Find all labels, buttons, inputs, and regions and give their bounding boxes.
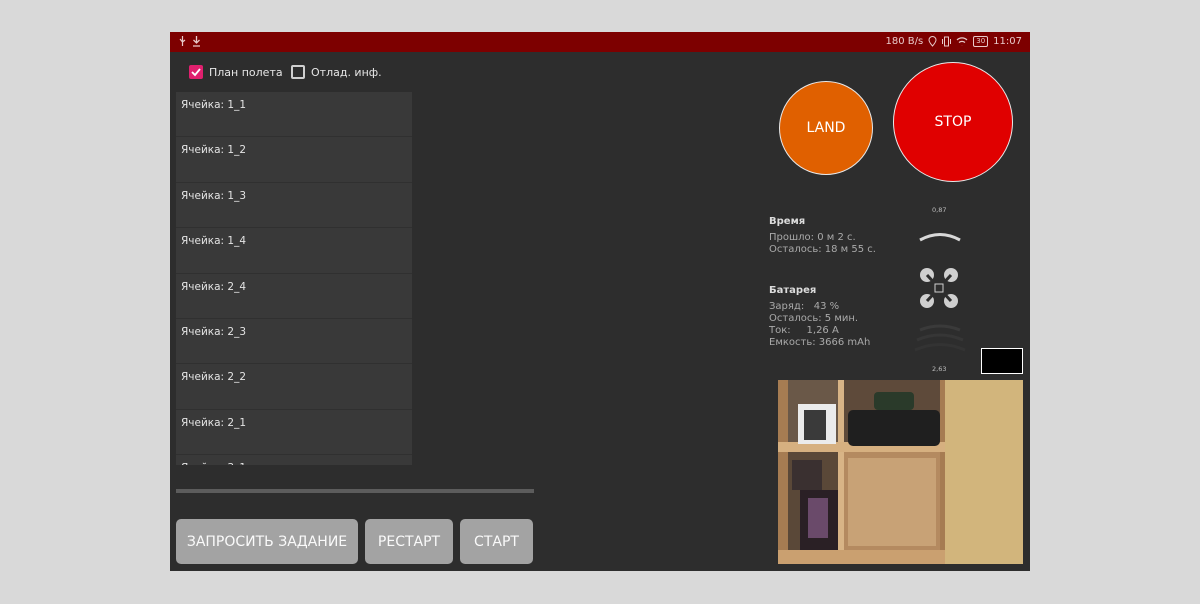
list-item[interactable]: Ячейка: 3_1 [176,455,412,465]
battery-capacity: Емкость: 3666 mAh [769,337,871,348]
status-bar: 180 B/s 30 11:07 [170,32,1030,52]
progress-bar [176,489,534,493]
checkbox-unchecked-icon [291,65,305,79]
app-screen: 180 B/s 30 11:07 План полета Отлад. инф.… [170,32,1030,571]
flight-plan-checkbox[interactable]: План полета [189,65,283,79]
list-item[interactable]: Ячейка: 1_3 [176,183,412,229]
restart-button[interactable]: РЕСТАРТ [365,519,453,564]
battery-current: Ток: 1,26 A [769,325,839,336]
bottom-range-arc-icon [914,324,966,352]
download-icon [192,36,201,47]
vibrate-icon [942,36,952,47]
list-item[interactable]: Ячейка: 1_2 [176,137,412,183]
list-item[interactable]: Ячейка: 1_4 [176,228,412,274]
time-remaining: Осталось: 18 м 55 с. [769,244,876,255]
drone-icon [920,268,958,308]
indicator-top-value: 0,87 [932,206,947,214]
list-item[interactable]: Ячейка: 2_3 [176,319,412,365]
time-elapsed: Прошло: 0 м 2 с. [769,232,856,243]
list-item[interactable]: Ячейка: 2_2 [176,364,412,410]
network-speed: 180 B/s [885,36,924,47]
camera-feed [778,380,1023,564]
black-display [981,348,1023,374]
battery-charge: Заряд: 43 % [769,301,840,312]
indicator-bottom-value: 2,63 [932,365,947,373]
request-task-button[interactable]: ЗАПРОСИТЬ ЗАДАНИЕ [176,519,358,564]
time-title: Время [769,216,806,227]
battery-info: Батарея Заряд: 43 % Осталось: 5 мин. Ток… [769,285,870,349]
stop-button[interactable]: STOP [893,62,1013,182]
battery-title: Батарея [769,285,817,296]
clock: 11:07 [993,36,1022,47]
front-range-arc-icon [919,233,961,242]
time-info: Время Прошло: 0 м 2 с. Осталось: 18 м 55… [769,216,876,256]
checkbox-checked-icon [189,65,203,79]
battery-icon: 30 [973,36,989,47]
location-icon [928,36,937,47]
battery-remaining: Осталось: 5 мин. [769,313,859,324]
list-item[interactable]: Ячейка: 2_1 [176,410,412,456]
flight-plan-label: План полета [209,65,283,79]
usb-icon [178,36,187,47]
list-item[interactable]: Ячейка: 1_1 [176,92,412,138]
list-item[interactable]: Ячейка: 2_4 [176,274,412,319]
debug-info-checkbox[interactable]: Отлад. инф. [291,65,382,79]
land-button[interactable]: LAND [779,81,873,175]
debug-info-label: Отлад. инф. [311,65,382,79]
start-button[interactable]: СТАРТ [460,519,533,564]
wifi-icon [956,36,968,47]
cell-list[interactable]: Ячейка: 1_1 Ячейка: 1_2 Ячейка: 1_3 Ячей… [176,92,412,465]
